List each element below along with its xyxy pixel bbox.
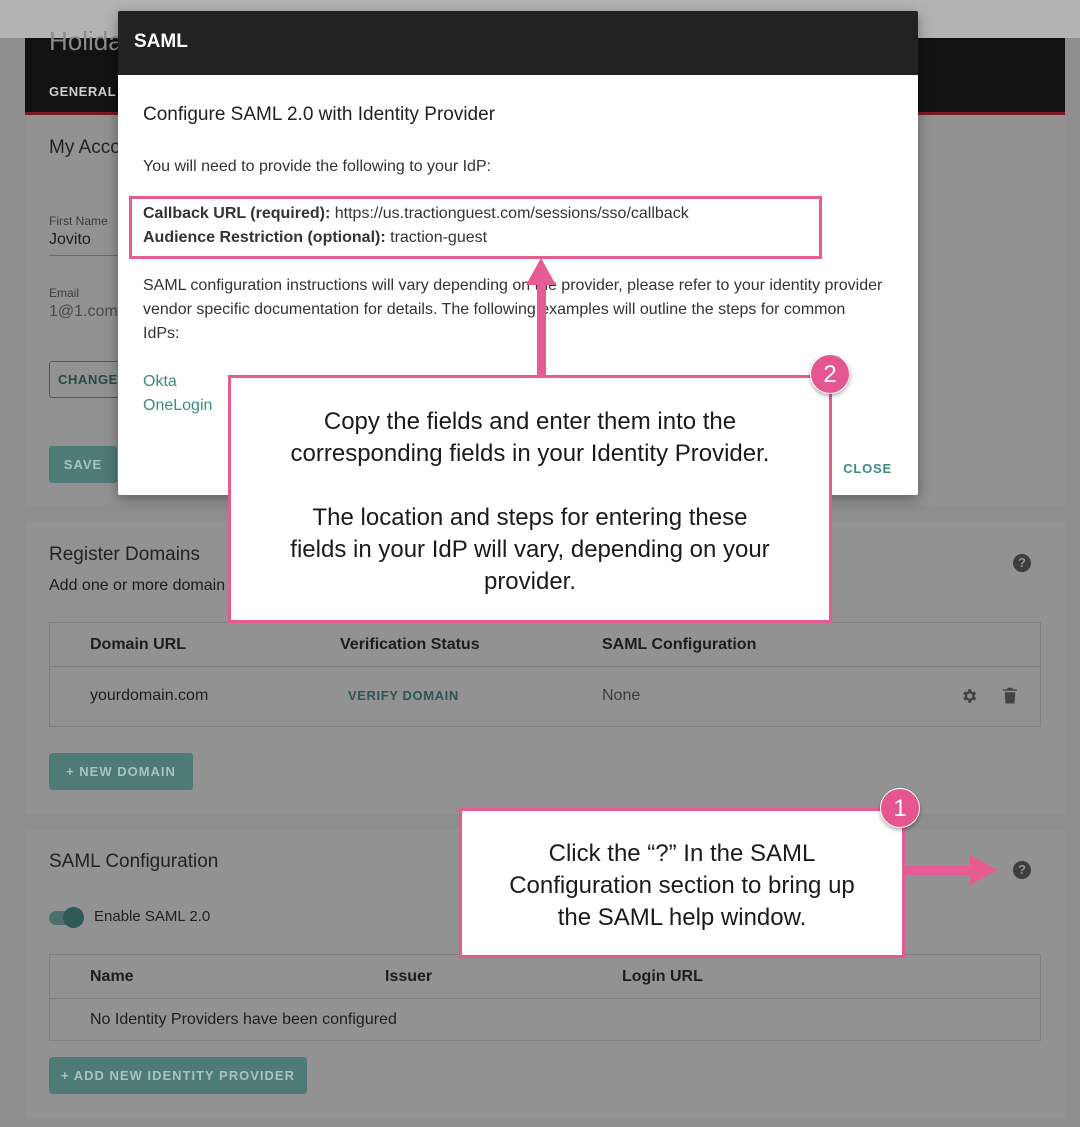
step-2-badge: 2	[810, 354, 850, 394]
modal-intro: You will need to provide the following t…	[143, 158, 492, 175]
save-button[interactable]: SAVE	[49, 446, 117, 483]
close-button[interactable]: CLOSE	[843, 461, 892, 476]
callout-2-line-1: Copy the fields and enter them into the	[323, 408, 737, 435]
column-issuer: Issuer	[385, 968, 433, 985]
callout-step-2: Copy the fields and enter them into the …	[228, 375, 832, 623]
modal-heading: Configure SAML 2.0 with Identity Provide…	[143, 104, 496, 125]
callout-2-spacer	[231, 470, 829, 502]
saml-config-cell: None	[602, 687, 641, 704]
page-title: Holida	[49, 26, 123, 56]
callout-2-line-2: corresponding fields in your Identity Pr…	[290, 440, 770, 467]
instructions-line-2: vendor specific documentation for detail…	[143, 301, 846, 318]
callout-1-line-3: the SAML help window.	[557, 904, 807, 931]
callout-2-line-4: fields in your IdP will vary, depending …	[290, 536, 770, 563]
column-saml-configuration: SAML Configuration	[602, 636, 757, 653]
domain-url-cell: yourdomain.com	[90, 687, 209, 704]
register-domains-title: Register Domains	[49, 544, 200, 565]
saml-configuration-title: SAML Configuration	[49, 851, 219, 872]
gear-icon[interactable]	[960, 687, 978, 710]
column-name: Name	[90, 968, 134, 985]
domains-table: Domain URL Verification Status SAML Conf…	[49, 622, 1041, 727]
providers-table-header: Name Issuer Login URL	[50, 955, 1040, 999]
domains-help-icon[interactable]: ?	[1013, 554, 1031, 572]
callout-1-line-1: Click the “?” In the SAML	[548, 840, 816, 867]
email-label: Email	[49, 286, 80, 300]
email-field[interactable]: 1@1.com	[49, 303, 118, 321]
saml-help-icon[interactable]: ?	[1013, 861, 1031, 879]
callout-2-line-5: provider.	[483, 568, 577, 595]
modal-title: SAML	[134, 31, 188, 52]
toggle-knob[interactable]	[63, 907, 84, 928]
domains-table-header: Domain URL Verification Status SAML Conf…	[50, 623, 1040, 667]
change-button[interactable]: CHANGE	[49, 361, 129, 398]
column-verification-status: Verification Status	[340, 636, 480, 653]
callout-1-line-2: Configuration section to bring up	[509, 872, 855, 899]
new-domain-button[interactable]: + NEW DOMAIN	[49, 753, 193, 790]
first-name-underline	[49, 255, 119, 256]
tab-general[interactable]: GENERAL	[49, 84, 116, 99]
modal-header: SAML	[118, 11, 918, 75]
callout-step-1: Click the “?” In the SAML Configuration …	[459, 808, 905, 958]
enable-saml-label: Enable SAML 2.0	[94, 908, 211, 925]
onelogin-link[interactable]: OneLogin	[143, 397, 212, 415]
callout-2-line-3: The location and steps for entering thes…	[312, 504, 748, 531]
register-domains-subtitle: Add one or more domain	[49, 577, 226, 594]
column-login-url: Login URL	[622, 968, 703, 985]
first-name-label: First Name	[49, 214, 108, 228]
first-name-field[interactable]: Jovito	[49, 231, 91, 249]
okta-link[interactable]: Okta	[143, 373, 177, 391]
verify-domain-link[interactable]: VERIFY DOMAIN	[348, 688, 459, 703]
my-account-title: My Acco	[49, 137, 121, 158]
fields-highlight-box	[129, 196, 822, 259]
add-identity-provider-button[interactable]: + ADD NEW IDENTITY PROVIDER	[49, 1057, 307, 1094]
identity-providers-table: Name Issuer Login URL No Identity Provid…	[49, 954, 1041, 1041]
trash-icon[interactable]	[1002, 687, 1018, 710]
table-row: yourdomain.com VERIFY DOMAIN None	[50, 667, 1040, 726]
column-domain-url: Domain URL	[90, 636, 186, 653]
empty-providers-message: No Identity Providers have been configur…	[90, 1011, 397, 1028]
instructions-line-1: SAML configuration instructions will var…	[143, 277, 883, 294]
instructions-line-3: IdPs:	[143, 325, 180, 342]
step-1-badge: 1	[880, 788, 920, 828]
